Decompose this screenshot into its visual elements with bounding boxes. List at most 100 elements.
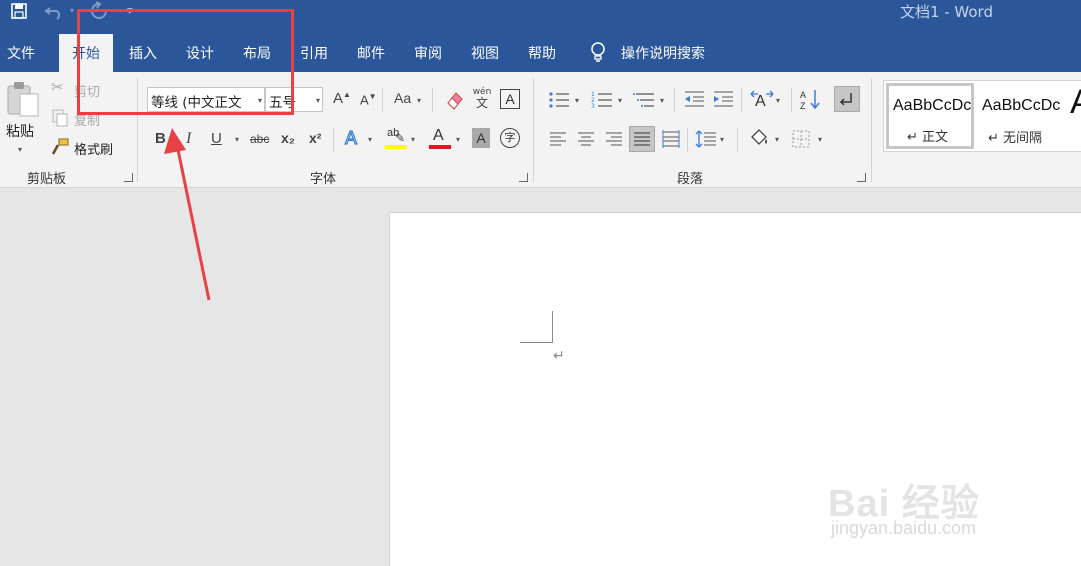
paragraph-launcher-icon[interactable] [857, 173, 866, 182]
svg-text:3: 3 [591, 103, 595, 110]
distributed-icon[interactable] [661, 129, 681, 153]
clipboard-launcher-icon[interactable] [124, 173, 133, 182]
borders-dropdown-icon[interactable]: ▾ [818, 135, 822, 144]
style-sample: AaBbCcDc [893, 97, 972, 114]
show-hide-marks-button[interactable] [834, 86, 860, 112]
paste-dropdown-icon[interactable]: ▾ [18, 145, 22, 154]
format-painter-icon [51, 138, 69, 159]
numbering-icon[interactable]: 123 [591, 89, 613, 115]
word-window: ▾ ▾ 文档1 - Word 文件 开始 插入 设计 布局 引用 邮件 审阅 视… [0, 0, 1081, 566]
svg-text:A: A [755, 93, 766, 110]
sort-icon[interactable]: AZ [800, 88, 822, 114]
shrink-font-icon[interactable]: A▼ [360, 93, 377, 107]
cut-icon: ✂ [51, 78, 64, 96]
font-size-dropdown-icon[interactable]: ▾ [316, 96, 320, 105]
chinese-layout-icon[interactable]: A [750, 88, 774, 114]
style-no-spacing[interactable]: AaBbCcDc ↵ 无间隔 [976, 83, 1062, 149]
grow-font-icon[interactable]: A▲ [333, 91, 351, 107]
strikethrough-icon[interactable]: abc [250, 133, 269, 145]
annotation-arrow [164, 128, 211, 301]
paragraph-mark-icon [839, 93, 852, 106]
watermark: Bai 经验 jingyan.baidu.com [828, 472, 1068, 552]
paste-icon[interactable] [6, 80, 42, 120]
character-border-icon[interactable]: A [500, 89, 520, 109]
justify-icon [634, 132, 650, 146]
increase-indent-icon[interactable] [712, 89, 734, 113]
svg-text:Z: Z [800, 101, 806, 110]
group-divider [533, 78, 534, 182]
enclose-characters-icon[interactable]: 字 [500, 128, 520, 148]
divider [382, 88, 383, 112]
divider [432, 88, 433, 112]
watermark-site: jingyan.baidu.com [831, 518, 977, 538]
tab-references[interactable]: 引用 [300, 43, 328, 63]
tell-me-search[interactable]: 操作说明搜索 [621, 43, 705, 63]
line-spacing-dropdown-icon[interactable]: ▾ [720, 135, 724, 144]
align-right-icon[interactable] [604, 130, 624, 152]
svg-text:A: A [800, 90, 806, 100]
align-left-icon[interactable] [548, 130, 568, 152]
font-color-icon[interactable]: A [429, 127, 451, 151]
divider [687, 128, 688, 152]
justify-button[interactable] [629, 126, 655, 152]
text-effects-icon[interactable]: A [344, 128, 357, 147]
divider [737, 128, 738, 152]
undo-icon[interactable] [44, 0, 66, 26]
font-group-label: 字体 [310, 172, 337, 187]
margin-corner-mark [520, 311, 553, 343]
font-color-dropdown-icon[interactable]: ▾ [456, 135, 460, 144]
multilevel-list-dropdown-icon[interactable]: ▾ [660, 96, 664, 105]
tab-help[interactable]: 帮助 [528, 43, 556, 63]
text-effects-dropdown-icon[interactable]: ▾ [368, 135, 372, 144]
undo-dropdown-icon[interactable]: ▾ [70, 6, 74, 15]
divider [791, 88, 792, 112]
superscript-icon[interactable]: x² [309, 131, 321, 145]
tab-mailings[interactable]: 邮件 [357, 43, 385, 63]
clear-formatting-icon[interactable] [444, 89, 466, 115]
clipboard-group-label: 剪贴板 [27, 172, 67, 187]
copy-icon [52, 109, 68, 130]
save-icon[interactable] [10, 2, 28, 24]
divider [674, 88, 675, 112]
borders-icon[interactable] [791, 129, 811, 153]
paragraph-group-label: 段落 [677, 172, 704, 187]
window-title: 文档1 - Word [899, 3, 993, 21]
format-painter-button[interactable]: 格式刷 [74, 139, 113, 158]
change-case-icon[interactable]: Aa [394, 91, 411, 105]
annotation-highlight-box [77, 9, 294, 115]
shading-icon[interactable] [748, 127, 770, 153]
tab-view[interactable]: 视图 [471, 43, 499, 63]
change-case-dropdown-icon[interactable]: ▾ [417, 96, 421, 105]
character-shading-icon[interactable]: A [472, 128, 490, 148]
multilevel-list-icon[interactable] [633, 89, 655, 115]
line-spacing-icon[interactable] [695, 129, 717, 153]
font-launcher-icon[interactable] [519, 173, 528, 182]
style-normal[interactable]: AaBbCcDc ↵ 正文 [886, 83, 974, 149]
style-name: ↵ 正文 [907, 130, 949, 145]
styles-gallery: AaBbCcDc ↵ 正文 AaBbCcDc ↵ 无间隔 A [883, 80, 1081, 152]
lightbulb-icon [590, 42, 606, 68]
tab-review[interactable]: 审阅 [414, 43, 442, 63]
highlight-icon[interactable]: ab ✎ [385, 127, 407, 151]
style-name: ↵ 无间隔 [988, 131, 1043, 146]
paste-button[interactable]: 粘贴 [6, 121, 34, 141]
decrease-indent-icon[interactable] [683, 89, 705, 113]
align-center-icon[interactable] [576, 130, 596, 152]
highlight-dropdown-icon[interactable]: ▾ [411, 135, 415, 144]
underline-dropdown-icon[interactable]: ▾ [235, 135, 239, 144]
divider [741, 88, 742, 112]
paragraph-mark: ↵ [553, 348, 565, 364]
subscript-icon[interactable]: x₂ [281, 131, 295, 145]
phonetic-guide-icon[interactable]: wén 文 [472, 87, 492, 110]
tab-file[interactable]: 文件 [7, 43, 35, 63]
style-heading-1[interactable]: A [1064, 83, 1081, 149]
shading-dropdown-icon[interactable]: ▾ [775, 135, 779, 144]
group-divider [871, 78, 872, 182]
bullets-dropdown-icon[interactable]: ▾ [575, 96, 579, 105]
numbering-dropdown-icon[interactable]: ▾ [618, 96, 622, 105]
divider [333, 128, 334, 152]
bullets-icon[interactable] [548, 90, 570, 114]
style-sample: AaBbCcDc [982, 97, 1061, 114]
chinese-layout-dropdown-icon[interactable]: ▾ [776, 96, 780, 105]
style-sample: A [1070, 83, 1081, 122]
